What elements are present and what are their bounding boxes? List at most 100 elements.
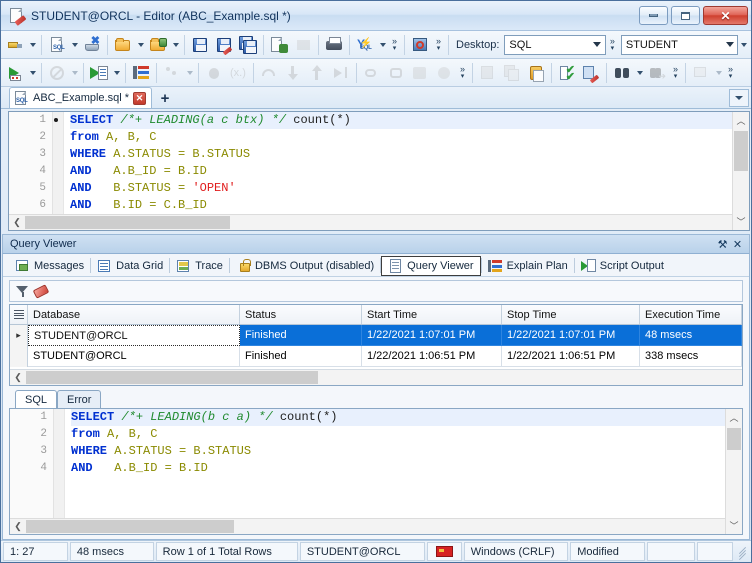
explain-plan-icon[interactable] [129,61,153,85]
clear-filter-eraser-icon[interactable] [33,285,47,297]
toolbar2-overflow-button-2[interactable]: » ▾ [669,61,682,85]
code-line[interactable]: from A, B, C [70,129,732,146]
maximize-button[interactable] [671,6,700,25]
print-icon[interactable] [322,33,346,57]
scroll-left-icon[interactable]: ❮ [9,217,25,228]
statement-sql-view[interactable]: 1 2 3 4 SELECT /*+ LEADING(b c a) */ count(… [9,408,743,535]
validate-syntax-icon[interactable]: ✔ ✔ [555,61,579,85]
tab-error[interactable]: Error [57,390,102,408]
new-sql-file-icon[interactable]: SQL [45,33,69,57]
open-db-dropdown-arrow[interactable] [170,34,181,56]
toolbar1-overflow-button-2[interactable]: » ▾ [432,33,445,57]
toolbar2-overflow-button[interactable]: » ▾ [456,61,469,85]
connection-select[interactable]: STUDENT [620,34,738,55]
h-scroll-thumb[interactable] [25,216,230,229]
find-dropdown-arrow[interactable] [634,62,645,84]
column-header[interactable]: Start Time [362,305,502,324]
close-icon[interactable]: ✕ [133,91,146,105]
chevron-down-icon[interactable] [722,36,737,54]
scroll-down-icon[interactable]: ﹀ [733,213,749,230]
query-history-grid[interactable]: Database Status Start Time Stop Time Executi… [9,304,743,386]
code-line[interactable]: AND B.STATUS = 'OPEN' [70,180,732,197]
h-scroll-track[interactable] [25,215,732,230]
table-cell[interactable]: 1/22/2021 1:07:01 PM [502,325,640,346]
row-indicator[interactable] [10,346,28,367]
toolbar2-overflow-button-3[interactable]: » ▾ [724,61,737,85]
code-line[interactable]: SELECT /*+ LEADING(a c btx) */ count(*) [70,112,732,129]
close-button[interactable]: ✕ [703,6,748,25]
find-icon[interactable] [610,61,634,85]
table-cell[interactable]: 1/22/2021 1:07:01 PM [362,325,502,346]
filter-funnel-icon[interactable] [16,285,29,298]
execute-as-script-icon[interactable] [87,61,111,85]
script-dropdown-arrow[interactable] [111,62,122,84]
connect-dropdown-arrow[interactable] [27,34,38,56]
code-line[interactable]: SELECT /*+ LEADING(b c a) */ count(*) [71,409,725,426]
code-line[interactable]: WHERE A.STATUS = B.STATUS [70,146,732,163]
scroll-left-icon[interactable]: ❮ [10,372,26,383]
detail-horizontal-scrollbar[interactable]: ❮ [10,518,725,534]
column-header[interactable]: Database [28,305,240,324]
scroll-up-icon[interactable]: ︿ [733,112,749,129]
grid-select-all-icon[interactable] [10,305,28,324]
connect-icon[interactable] [3,33,27,57]
detail-vertical-scrollbar[interactable]: ︿ ﹀ [725,409,742,534]
paste-icon[interactable] [524,61,548,85]
refresh-from-database-icon[interactable] [267,33,291,57]
connection-overflow-arrow[interactable] [738,34,749,56]
open-file-dropdown-arrow[interactable] [135,34,146,56]
table-cell[interactable]: STUDENT@ORCL [28,325,240,346]
column-header[interactable]: Status [240,305,362,324]
detail-v-scroll-thumb[interactable] [727,428,741,450]
tab-data-grid[interactable]: Data Grid [91,256,169,276]
row-indicator[interactable]: ▸ [10,325,28,346]
detail-h-scroll-thumb[interactable] [26,520,234,533]
save-icon[interactable] [188,33,212,57]
new-tab-button[interactable]: + [152,88,178,108]
save-all-icon[interactable] [236,33,260,57]
toolbar1-overflow-button[interactable]: » ▾ [388,33,401,57]
table-cell[interactable]: Finished [240,325,362,346]
table-row[interactable]: STUDENT@ORCL Finished 1/22/2021 1:06:51 PM… [10,346,742,367]
table-cell[interactable]: 48 msecs [640,325,742,346]
tab-query-viewer[interactable]: Query Viewer [381,255,481,276]
desktop-select[interactable]: SQL [504,34,606,55]
tab-trace[interactable]: Trace [170,256,229,276]
minimize-button[interactable] [639,6,668,25]
detail-lines[interactable]: SELECT /*+ LEADING(b c a) */ count(*) fro… [65,409,725,518]
table-cell[interactable]: 1/22/2021 1:06:51 PM [362,346,502,367]
resize-grip[interactable] [735,542,749,561]
new-file-dropdown-arrow[interactable] [69,34,80,56]
tab-list-dropdown-button[interactable] [729,89,749,107]
format-sql-dropdown-arrow[interactable] [377,34,388,56]
sql-editor[interactable]: 1234567 SELECT /*+ LEADING(a c btx) */ c… [8,111,750,231]
code-line[interactable]: AND A.B_ID = B.ID [70,163,732,180]
pin-icon[interactable]: ⚒ [715,238,730,251]
recall-statement-icon[interactable] [408,33,432,57]
v-scroll-thumb[interactable] [734,131,748,171]
editor-code-area[interactable]: 1234567 SELECT /*+ LEADING(a c btx) */ c… [9,112,732,214]
detail-h-scroll-track[interactable] [26,519,725,534]
table-row[interactable]: ▸ STUDENT@ORCL Finished 1/22/2021 1:07:01 P… [10,325,742,346]
detail-code-area[interactable]: 1 2 3 4 SELECT /*+ LEADING(b c a) */ count(… [10,409,725,518]
column-header[interactable]: Stop Time [502,305,640,324]
column-header[interactable]: Execution Time [640,305,742,324]
editor-tab-abc-example[interactable]: SQL ABC_Example.sql * ✕ [9,87,152,108]
tab-explain-plan[interactable]: Explain Plan [482,256,574,276]
execute-dropdown-arrow[interactable] [27,62,38,84]
grid-horizontal-scrollbar[interactable]: ❮ [10,369,742,385]
code-line[interactable]: WHERE A.STATUS = B.STATUS [71,443,725,460]
tab-sql[interactable]: SQL [15,390,58,408]
tab-script-output[interactable]: Script Output [575,256,670,276]
open-from-database-icon[interactable] [146,33,170,57]
close-icon[interactable]: ✕ [730,238,745,251]
grid-h-scroll-thumb[interactable] [26,371,318,384]
tab-messages[interactable]: Messages [9,256,90,276]
grid-h-scroll-track[interactable] [26,370,742,385]
editor-lines[interactable]: SELECT /*+ LEADING(a c btx) */ count(*) f… [64,112,732,214]
detail-v-scroll-track[interactable] [726,426,742,517]
disconnect-icon[interactable]: ✖ [80,33,104,57]
table-cell[interactable]: 338 msecs [640,346,742,367]
scroll-down-icon[interactable]: ﹀ [726,517,742,534]
save-as-icon[interactable] [212,33,236,57]
